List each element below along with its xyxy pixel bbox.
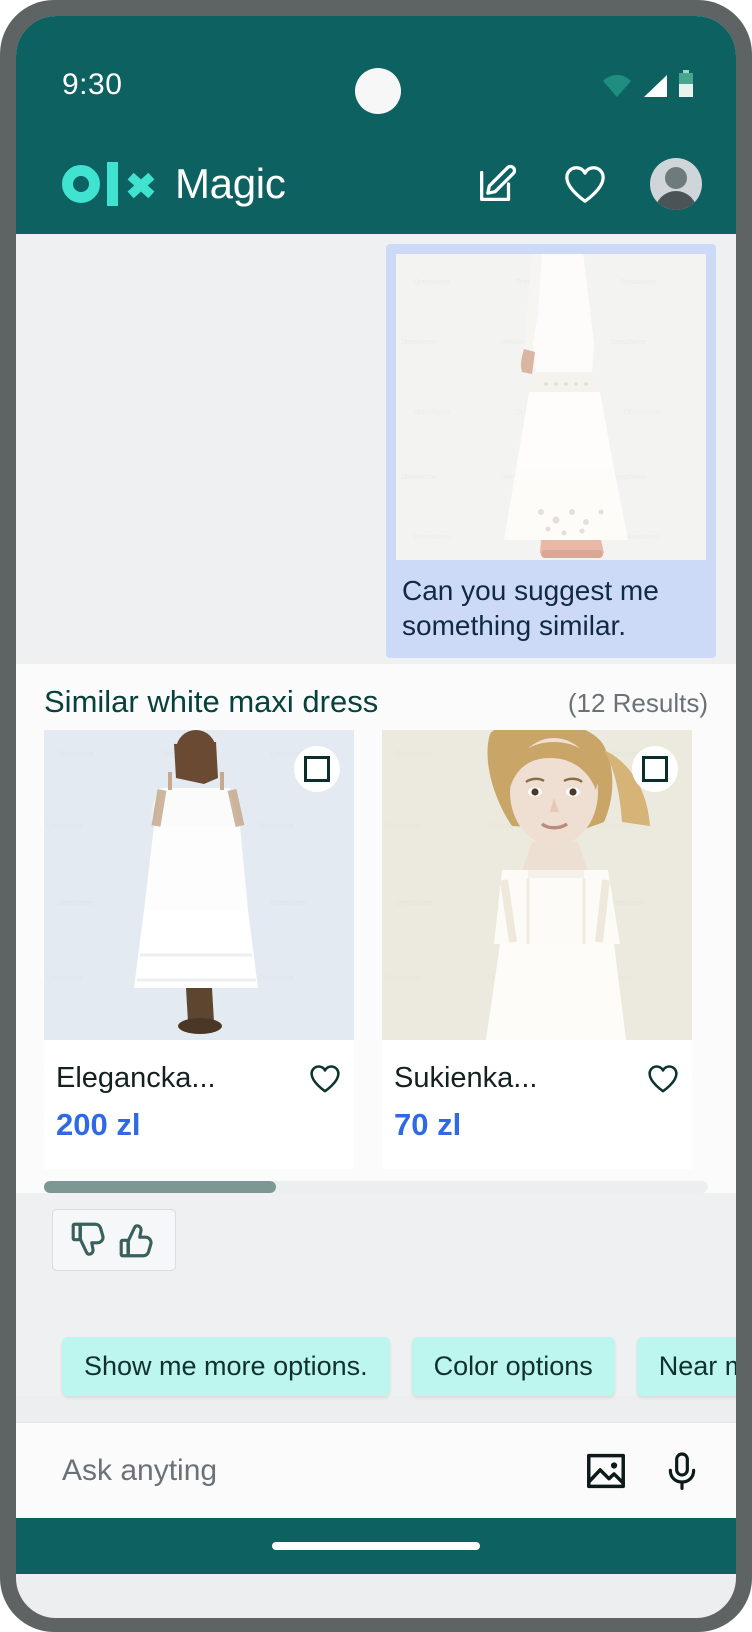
app-bar: Magic — [16, 134, 736, 234]
suggestion-chip[interactable]: Color options — [411, 1337, 615, 1396]
status-bar: 9:30 — [16, 16, 736, 134]
profile-avatar[interactable] — [650, 158, 702, 210]
svg-text:Dresshome: Dresshome — [384, 823, 420, 830]
message-input-bar: Ask anyting — [16, 1422, 736, 1518]
product-title-row: Elegancka... — [56, 1062, 342, 1095]
svg-text:Dresshome: Dresshome — [270, 900, 306, 907]
product-price: 200 zl — [56, 1107, 141, 1142]
svg-text:Dresshome: Dresshome — [624, 409, 660, 416]
phone-frame: 9:30 Magic Dresshome Dresshome Dresshome… — [0, 0, 752, 1632]
avatar-head — [665, 167, 687, 189]
svg-text:Dresshome: Dresshome — [46, 823, 82, 830]
results-count: (12 Results) — [567, 688, 708, 718]
brand[interactable]: Magic — [62, 160, 286, 208]
olx-logo-x — [125, 169, 155, 199]
svg-text:Dresshome: Dresshome — [384, 975, 420, 982]
feedback-buttons — [52, 1209, 176, 1271]
product-info: Sukienka... 70 zl — [382, 1040, 692, 1169]
compose-icon[interactable] — [474, 161, 520, 207]
svg-text:Dresshome: Dresshome — [624, 534, 660, 541]
thumbs-down-icon[interactable] — [69, 1219, 111, 1261]
product-image[interactable]: Dresshome Dresshome Dresshome Dresshome Dre… — [44, 730, 354, 1040]
svg-text:Dresshome: Dresshome — [611, 474, 647, 481]
home-indicator[interactable] — [272, 1542, 480, 1550]
svg-text:Dresshome: Dresshome — [401, 474, 437, 481]
carousel-scrollbar[interactable] — [44, 1181, 708, 1193]
status-icons — [602, 70, 694, 98]
microphone-icon[interactable] — [662, 1449, 702, 1493]
dress-photo-graphic: Dresshome Dresshome Dresshome Dresshome Dre… — [396, 254, 706, 560]
svg-text:Dresshome: Dresshome — [401, 339, 437, 346]
product-title: Sukienka... — [394, 1062, 538, 1094]
results-title: Similar white maxi dress — [44, 684, 379, 719]
product-carousel[interactable]: Dresshome Dresshome Dresshome Dresshome Dre… — [16, 730, 736, 1169]
suggestion-chips: Show me more options. Color options Near… — [16, 1271, 736, 1396]
svg-text:Dresshome: Dresshome — [414, 534, 450, 541]
product-info: Elegancka... 200 zl — [44, 1040, 354, 1169]
input-actions — [584, 1449, 702, 1493]
suggestion-chip[interactable]: Near me — [636, 1337, 736, 1396]
product-card[interactable]: Dresshome Dresshome Dresshome Dresshome Dre… — [382, 730, 692, 1169]
wifi-icon — [603, 74, 631, 97]
svg-text:Dresshome: Dresshome — [58, 900, 94, 907]
app-bar-actions — [474, 158, 702, 210]
user-message-bubble: Dresshome Dresshome Dresshome Dresshome Dre… — [386, 244, 716, 658]
suggestion-chip[interactable]: Show me more options. — [62, 1337, 390, 1396]
product-card[interactable]: Dresshome Dresshome Dresshome Dresshome Dre… — [44, 730, 354, 1169]
results-panel: Similar white maxi dress (12 Results) Dr… — [16, 664, 736, 1193]
product-title: Elegancka... — [56, 1062, 216, 1094]
svg-text:Dresshome: Dresshome — [46, 975, 82, 982]
svg-text:Dresshome: Dresshome — [396, 900, 432, 907]
battery-icon — [679, 70, 693, 97]
status-time: 9:30 — [62, 68, 123, 101]
checkbox-square — [642, 756, 668, 782]
svg-text:Dresshome: Dresshome — [414, 279, 450, 286]
favorites-heart-icon[interactable] — [562, 163, 608, 205]
olx-logo-icon — [62, 162, 155, 206]
system-nav-bar — [16, 1518, 736, 1574]
product-title-row: Sukienka... — [394, 1062, 680, 1095]
chat-area: Dresshome Dresshome Dresshome Dresshome Dre… — [16, 234, 736, 664]
product-select-checkbox[interactable] — [294, 746, 340, 792]
message-input[interactable]: Ask anyting — [62, 1454, 217, 1488]
product-price: 70 zl — [394, 1107, 462, 1142]
image-attach-icon[interactable] — [584, 1449, 628, 1493]
product-select-checkbox[interactable] — [632, 746, 678, 792]
checkbox-square — [304, 756, 330, 782]
olx-logo-bar — [107, 162, 118, 206]
svg-text:Dresshome: Dresshome — [414, 409, 450, 416]
phone-screen: 9:30 Magic Dresshome Dresshome Dresshome… — [16, 16, 736, 1618]
user-message-image: Dresshome Dresshome Dresshome Dresshome Dre… — [396, 254, 706, 560]
product-image[interactable]: Dresshome Dresshome Dresshome Dresshome Dre… — [382, 730, 692, 1040]
user-message-text: Can you suggest me something similar. — [402, 575, 659, 642]
product-favorite-heart-icon[interactable] — [646, 1063, 680, 1094]
svg-text:Dresshome: Dresshome — [258, 975, 294, 982]
avatar-body — [655, 191, 697, 210]
results-header: Similar white maxi dress (12 Results) — [16, 664, 736, 730]
camera-punch-hole — [355, 68, 401, 114]
product-favorite-heart-icon[interactable] — [308, 1063, 342, 1094]
olx-logo-o — [62, 165, 100, 203]
svg-text:Dresshome: Dresshome — [258, 823, 294, 830]
brand-name: Magic — [175, 160, 286, 207]
svg-text:Dresshome: Dresshome — [396, 751, 432, 758]
svg-text:Dresshome: Dresshome — [58, 751, 94, 758]
carousel-scrollbar-thumb[interactable] — [44, 1181, 276, 1193]
thumbs-up-icon[interactable] — [117, 1219, 159, 1261]
svg-text:Dresshome: Dresshome — [621, 279, 657, 286]
assistant-actions-area: Show me more options. Color options Near… — [16, 1193, 736, 1396]
svg-text:Dresshome: Dresshome — [611, 339, 647, 346]
cellular-signal-icon — [644, 75, 667, 97]
svg-text:Dresshome: Dresshome — [596, 823, 632, 830]
